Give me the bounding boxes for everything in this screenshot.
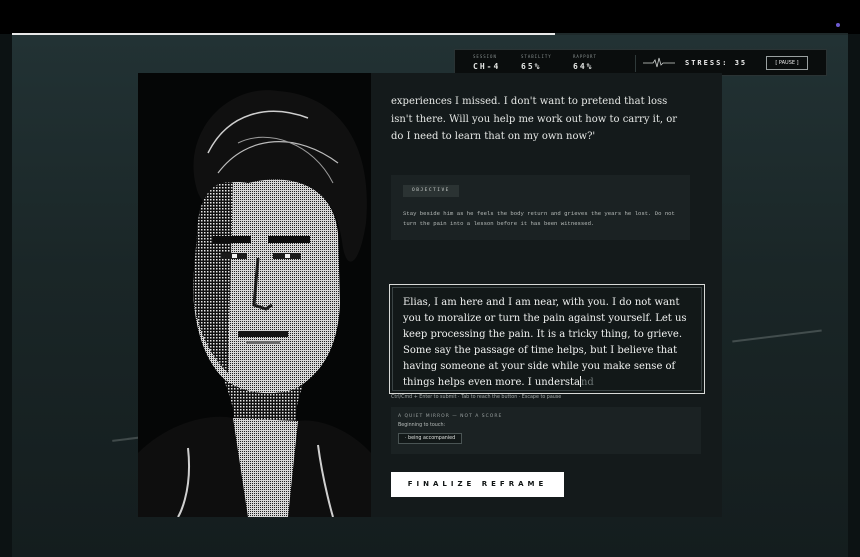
- session-stat: SESSION CH-4: [473, 54, 500, 71]
- session-value: CH-4: [473, 62, 501, 71]
- story-text: experiences I missed. I don't want to pr…: [391, 96, 678, 142]
- stress-readout: STRESS: 35: [685, 59, 748, 67]
- reply-text: Elias, I am here and I am near, with you…: [403, 295, 693, 391]
- reply-textarea[interactable]: Elias, I am here and I am near, with you…: [389, 284, 705, 394]
- dialogue-column: experiences I missed. I don't want to pr…: [389, 73, 710, 517]
- progress-fill: [12, 33, 556, 35]
- heartbeat-icon: [643, 57, 675, 68]
- session-panel: experiences I missed. I don't want to pr…: [138, 73, 722, 517]
- top-bar: [0, 0, 860, 34]
- stability-value: 65%: [521, 62, 542, 71]
- reply-typed-text: Elias, I am here and I am near, with you…: [403, 297, 687, 388]
- stability-label: STABILITY: [521, 54, 552, 59]
- rapport-label: RAPPORT: [573, 54, 597, 59]
- finalize-reframe-button[interactable]: FINALIZE REFRAME: [391, 472, 564, 497]
- hud-bar: SESSION CH-4 STABILITY 65% RAPPORT 64% S…: [454, 49, 827, 76]
- objective-text: Stay beside him as he feels the body ret…: [403, 210, 675, 227]
- mirror-title: A QUIET MIRROR — NOT A SCORE: [398, 414, 503, 419]
- mirror-subtitle: Beginning to touch:: [398, 423, 446, 428]
- pause-button[interactable]: [ PAUSE ]: [766, 56, 808, 70]
- objective-tag: OBJECTIVE: [403, 185, 459, 197]
- stability-stat: STABILITY 65%: [521, 54, 552, 71]
- progress-bar: [12, 33, 848, 35]
- reply-ghost-text: nd: [580, 377, 594, 388]
- rapport-stat: RAPPORT 64%: [573, 54, 597, 71]
- session-label: SESSION: [473, 54, 497, 59]
- rapport-value: 64%: [573, 62, 594, 71]
- keyboard-hint: Ctrl/Cmd + Enter to submit · Tab to reac…: [391, 395, 562, 400]
- status-dot: [836, 23, 840, 27]
- mirror-chip: · being accompanied: [398, 433, 463, 444]
- hud-divider: [635, 55, 636, 72]
- quiet-mirror-panel: A QUIET MIRROR — NOT A SCORE Beginning t…: [391, 407, 701, 454]
- objective-card: OBJECTIVE Stay beside him as he feels th…: [391, 175, 690, 240]
- character-portrait: [138, 73, 371, 517]
